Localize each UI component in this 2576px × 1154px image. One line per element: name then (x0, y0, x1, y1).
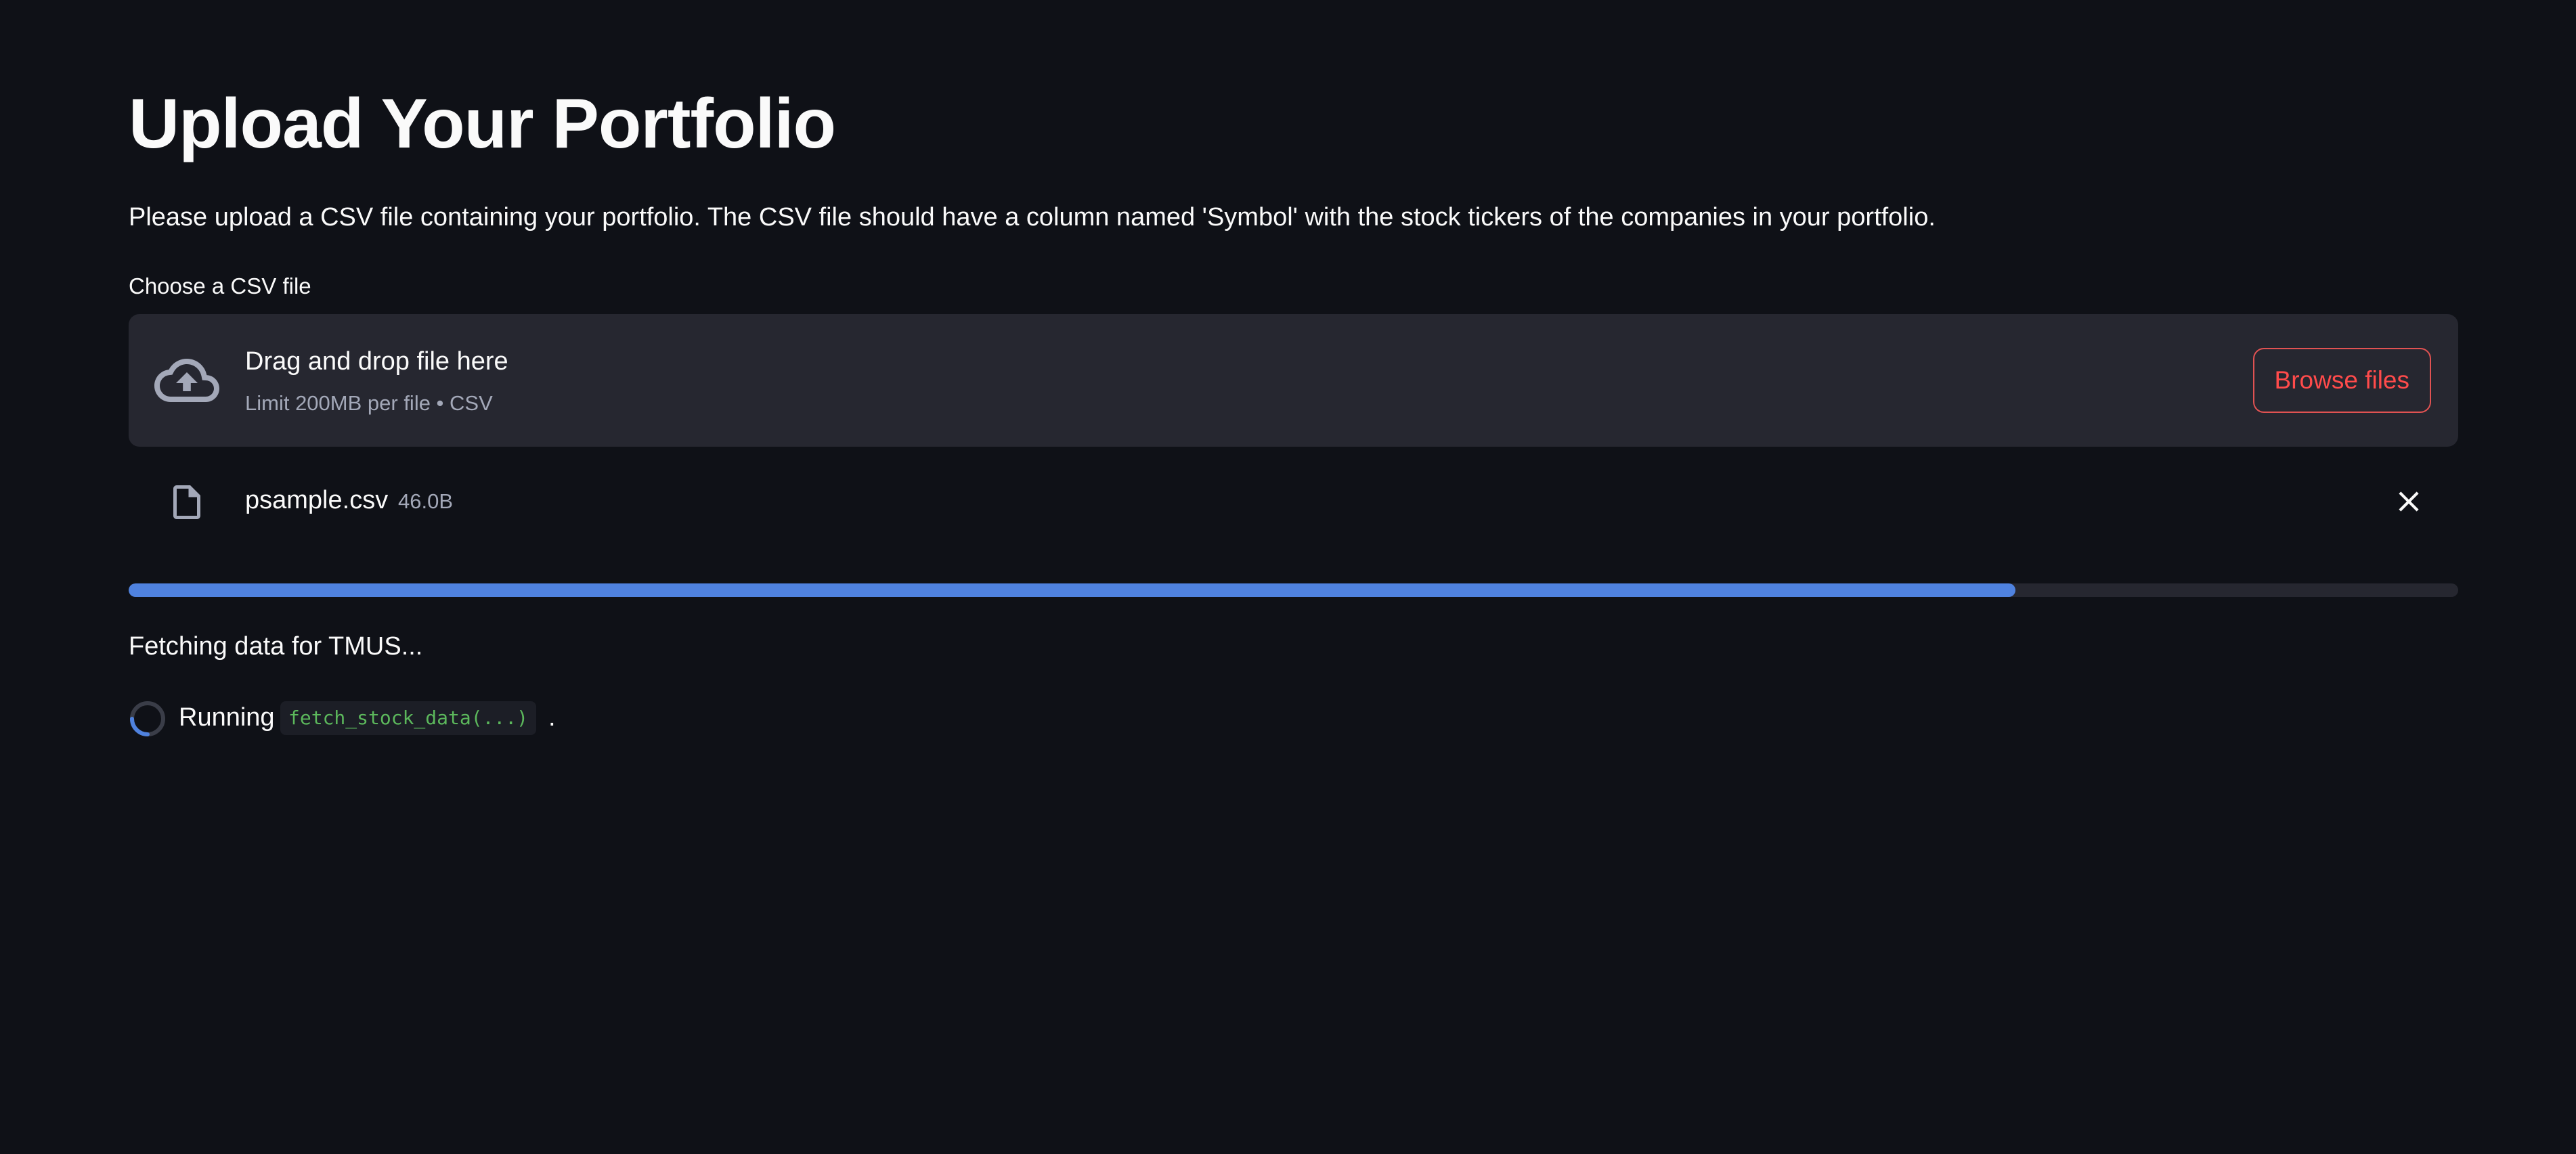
dropzone-limit-text: Limit 200MB per file • CSV (245, 391, 493, 415)
uploaded-file-name: psample.csv (245, 486, 389, 514)
close-icon[interactable] (2392, 485, 2426, 518)
uploaded-file-row: psample.csv 46.0B (129, 474, 2458, 528)
progress-bar-fill (129, 583, 2016, 597)
intro-text: Please upload a CSV file containing your… (129, 203, 1936, 231)
running-label: Running (179, 703, 275, 732)
uploaded-file-size: 46.0B (398, 489, 454, 513)
browse-files-button[interactable]: Browse files (2252, 348, 2431, 413)
file-uploader-label: Choose a CSV file (129, 273, 311, 298)
file-dropzone[interactable]: Drag and drop file here Limit 200MB per … (129, 314, 2458, 447)
spinner-icon (130, 701, 165, 736)
dropzone-instructions: Drag and drop file here (245, 347, 508, 376)
status-message: Fetching data for TMUS... (129, 632, 423, 661)
cloud-upload-icon (154, 359, 219, 402)
progress-bar (129, 583, 2458, 597)
file-icon (173, 485, 200, 519)
running-suffix: . (548, 703, 556, 732)
page-title: Upload Your Portfolio (129, 85, 836, 163)
running-function-code: fetch_stock_data(...) (280, 701, 537, 735)
app-page: Upload Your Portfolio Please upload a CS… (0, 0, 2576, 1154)
